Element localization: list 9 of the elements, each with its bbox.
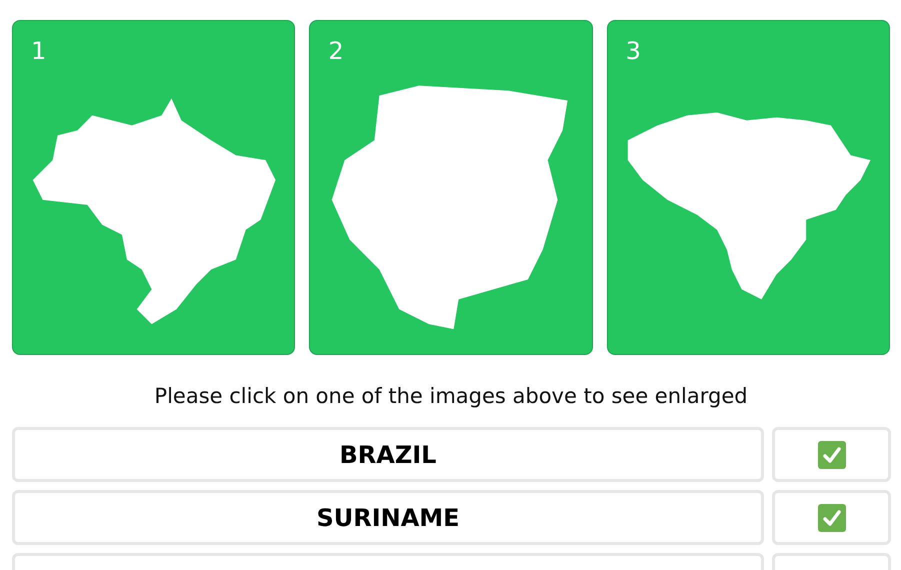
card-number: 3 — [626, 37, 641, 65]
card-number: 2 — [328, 37, 344, 65]
instruction-text: Please click on one of the images above to see enlarged — [153, 383, 749, 410]
map-card[interactable]: 1 — [12, 20, 296, 355]
answer-box: SURINAME — [12, 490, 764, 545]
map-card[interactable]: 3 — [606, 20, 890, 355]
card-number: 1 — [31, 37, 46, 65]
answer-box: BRAZIL — [12, 427, 764, 482]
map-card[interactable]: 2 — [309, 20, 593, 355]
